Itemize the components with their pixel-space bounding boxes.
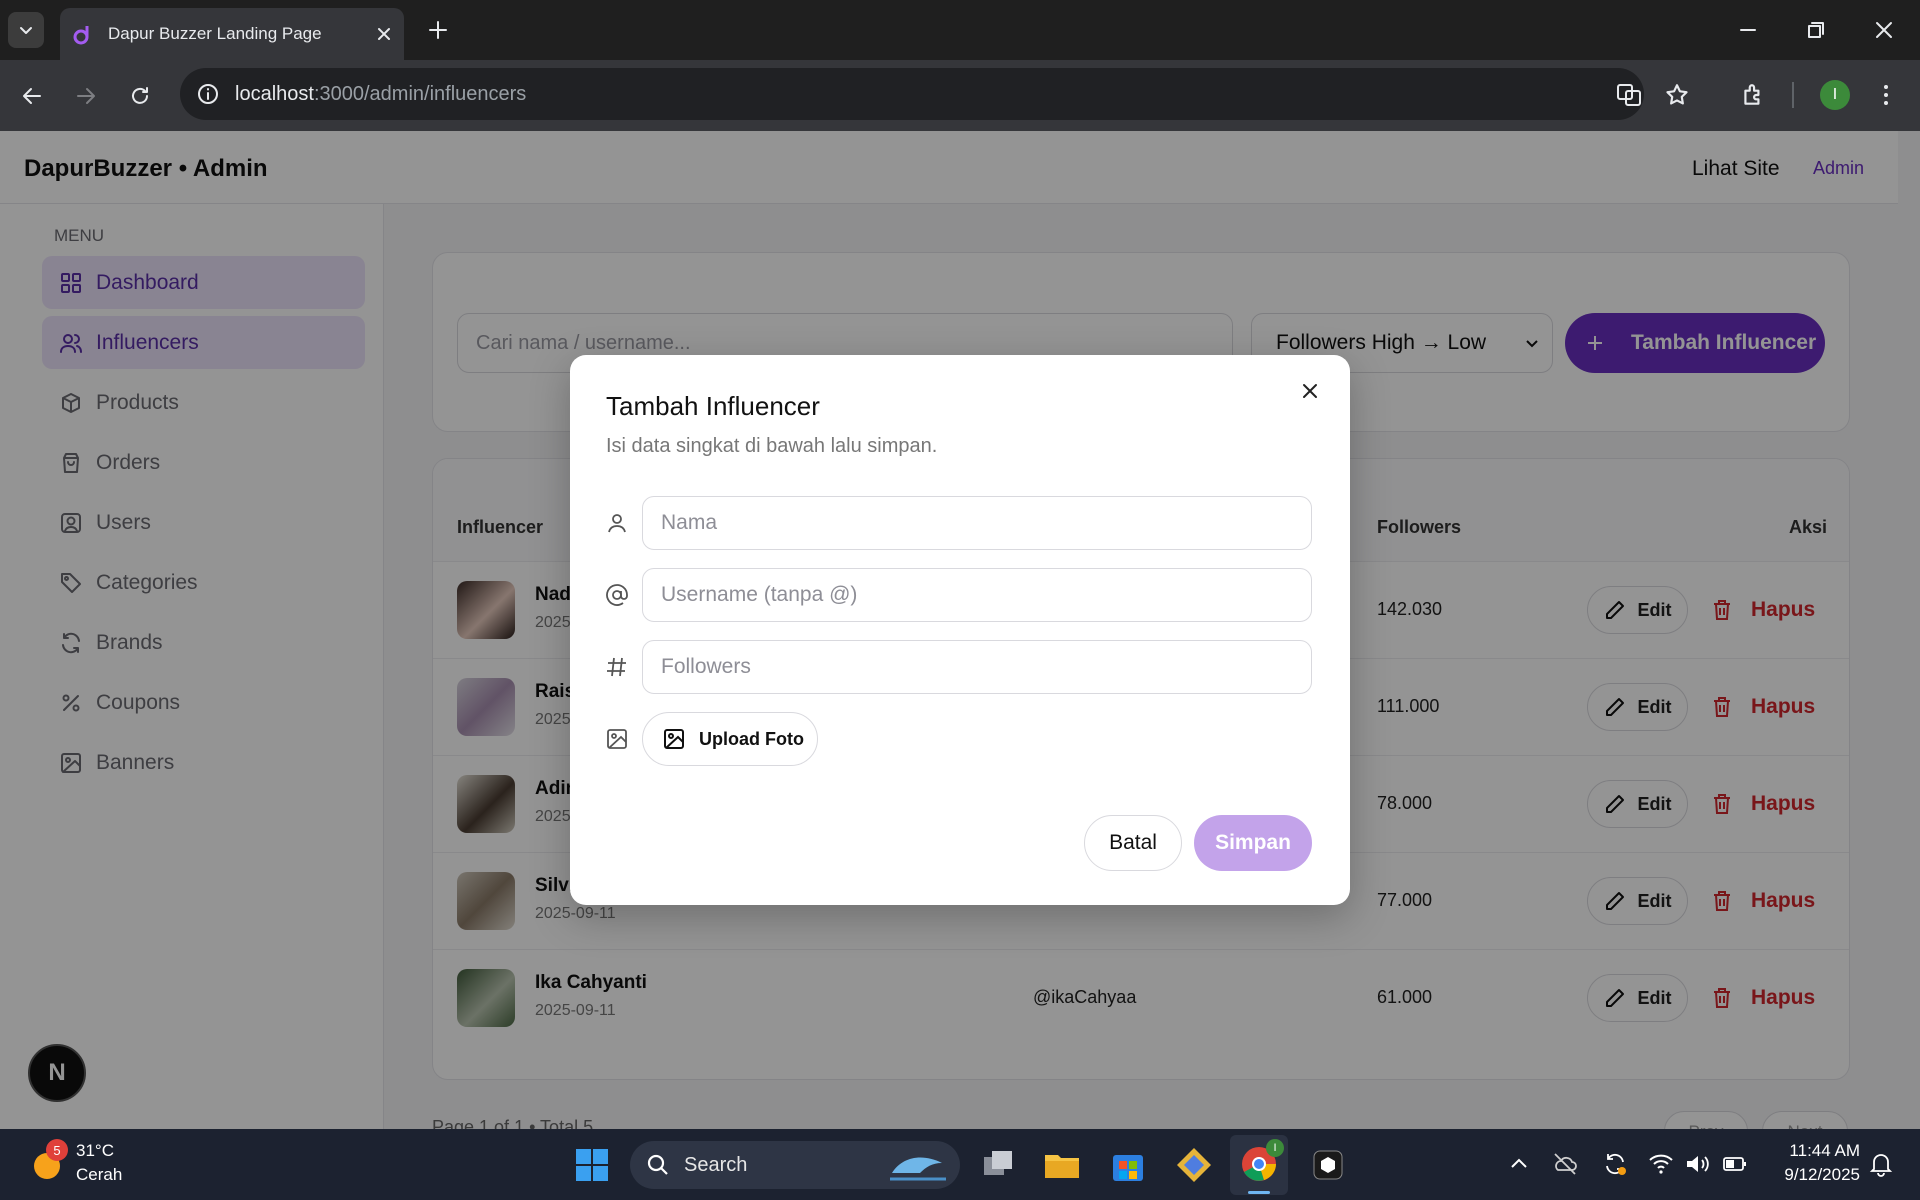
task-view-icon[interactable] <box>978 1145 1018 1185</box>
onedrive-off-icon[interactable] <box>1552 1151 1578 1177</box>
cancel-button[interactable]: Batal <box>1084 815 1182 871</box>
url-text: localhost:3000/admin/influencers <box>235 83 527 105</box>
bookmark-star-icon[interactable] <box>1664 82 1690 108</box>
close-icon[interactable] <box>1300 381 1320 401</box>
translate-icon[interactable] <box>1616 82 1642 108</box>
close-window-icon[interactable] <box>1874 20 1894 40</box>
clock-time[interactable]: 11:44 AM <box>1774 1141 1860 1161</box>
chrome-taskbar-button[interactable]: I <box>1230 1135 1288 1195</box>
weather-temp: 31°C <box>76 1141 114 1160</box>
profile-avatar[interactable]: I <box>1820 80 1850 110</box>
name-field[interactable]: Nama <box>642 496 1312 550</box>
image-upload-icon <box>664 729 684 749</box>
git-tool-icon[interactable] <box>1174 1145 1214 1185</box>
user-icon <box>608 514 626 533</box>
windows-taskbar: 5 31°C Cerah Search I 11:44 AM 9/12/2025 <box>0 1129 1920 1200</box>
microsoft-store-icon[interactable] <box>1108 1145 1148 1185</box>
browser-tab-bar: Dapur Buzzer Landing Page <box>0 0 1920 60</box>
back-icon[interactable] <box>20 84 44 108</box>
save-button[interactable]: Simpan <box>1194 815 1312 871</box>
reload-icon[interactable] <box>128 84 152 108</box>
tab-title: Dapur Buzzer Landing Page <box>108 24 322 43</box>
tab-list-button[interactable] <box>8 12 44 48</box>
image-icon <box>607 729 627 749</box>
at-sign-icon <box>606 584 628 606</box>
active-indicator <box>1248 1191 1270 1194</box>
upload-photo-button[interactable]: Upload Foto <box>642 712 818 766</box>
extensions-icon[interactable] <box>1740 82 1766 108</box>
chevron-down-icon <box>20 27 32 34</box>
dialog-title: Tambah Influencer <box>606 391 820 421</box>
weather-widget[interactable]: 5 <box>28 1139 68 1183</box>
notification-bell-icon[interactable] <box>1868 1151 1894 1177</box>
dialog-subtitle: Isi data singkat di bawah lalu simpan. <box>606 435 938 457</box>
active-tab[interactable]: Dapur Buzzer Landing Page <box>60 8 404 60</box>
username-field[interactable]: Username (tanpa @) <box>642 568 1312 622</box>
file-explorer-icon[interactable] <box>1042 1145 1082 1185</box>
followers-field[interactable]: Followers <box>642 640 1312 694</box>
volume-icon[interactable] <box>1684 1151 1710 1177</box>
dolphin-icon <box>890 1157 946 1181</box>
more-menu-icon[interactable] <box>1874 82 1898 108</box>
forward-icon[interactable] <box>74 84 98 108</box>
minimize-icon[interactable] <box>1738 20 1758 40</box>
close-tab-icon[interactable] <box>376 26 392 42</box>
sync-icon[interactable] <box>1602 1151 1628 1177</box>
site-favicon-icon <box>73 26 89 45</box>
wifi-icon[interactable] <box>1648 1151 1674 1177</box>
hash-icon <box>607 657 626 677</box>
upload-photo-label: Upload Foto <box>699 728 804 749</box>
search-icon <box>647 1154 668 1175</box>
dev-app-icon[interactable] <box>1308 1145 1348 1185</box>
browser-toolbar: localhost:3000/admin/influencers I <box>0 60 1920 131</box>
clock-date[interactable]: 9/12/2025 <box>1764 1165 1860 1185</box>
weather-text: Cerah <box>76 1165 123 1184</box>
windows-start-icon[interactable] <box>574 1147 610 1183</box>
battery-icon[interactable] <box>1722 1151 1748 1177</box>
site-info-icon[interactable] <box>196 82 220 106</box>
taskbar-search[interactable]: Search <box>630 1141 960 1189</box>
toolbar-divider <box>1792 82 1794 108</box>
search-label: Search <box>684 1153 748 1176</box>
chrome-profile-badge: I <box>1266 1139 1284 1157</box>
tray-overflow-icon[interactable] <box>1508 1153 1530 1175</box>
new-tab-icon[interactable] <box>428 20 448 40</box>
address-bar[interactable]: localhost:3000/admin/influencers <box>180 68 1644 120</box>
restore-icon[interactable] <box>1806 20 1826 40</box>
weather-badge: 5 <box>46 1139 68 1161</box>
add-influencer-dialog: Tambah Influencer Isi data singkat di ba… <box>570 355 1350 905</box>
